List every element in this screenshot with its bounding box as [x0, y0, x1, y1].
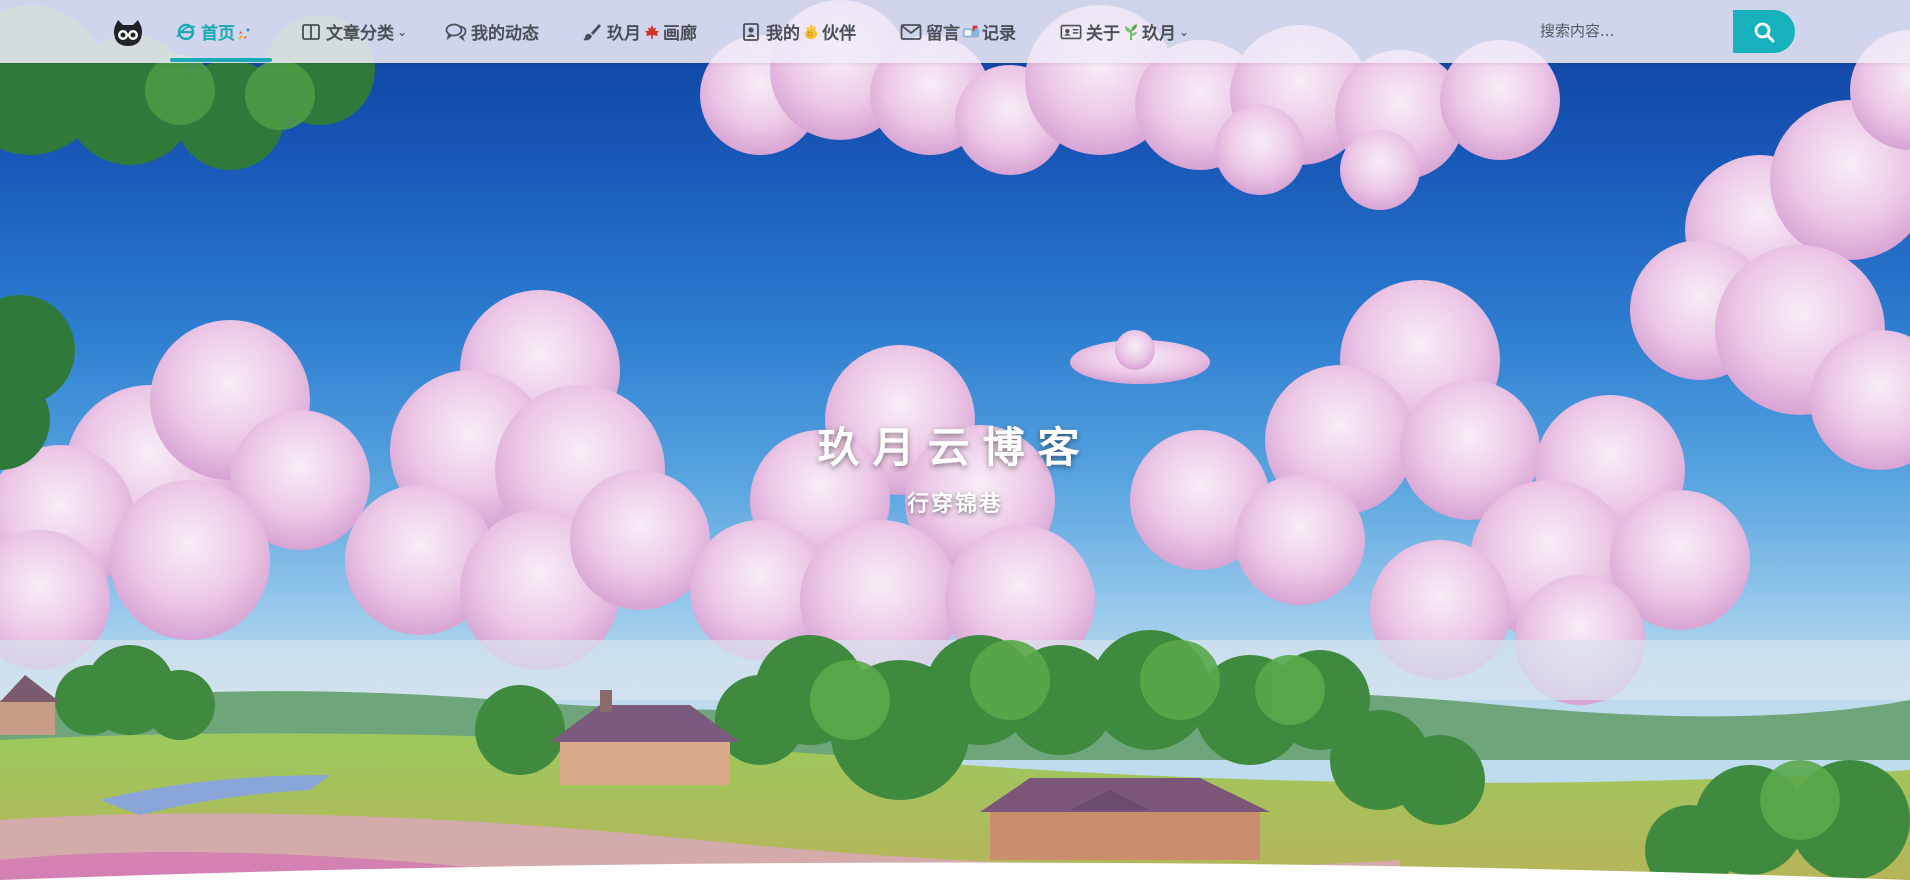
- site-subtitle: 行穿锦巷: [906, 492, 1003, 517]
- paintbrush-icon: [581, 21, 603, 43]
- top-navbar: 首页 文章分类 ⌄ 我的动态 玖月 画廊 我的 伙伴 留言 记录 关于 玖月 ⌄…: [0, 0, 1910, 63]
- cloud-small: [1070, 330, 1210, 384]
- nav-my-updates[interactable]: 我的动态: [445, 0, 539, 63]
- herb-emoji-icon: [1122, 23, 1140, 41]
- nav-gallery-label-b: 画廊: [663, 24, 697, 44]
- house-left: [550, 690, 740, 785]
- search-icon: [1754, 22, 1775, 42]
- ie-logo-icon: [175, 21, 197, 43]
- maple-leaf-emoji-icon: [643, 23, 661, 41]
- nav-about-label-a: 关于: [1086, 24, 1120, 44]
- chevron-down-icon: ⌄: [397, 24, 408, 39]
- site-logo[interactable]: [112, 18, 144, 48]
- nav-guestbook-label-b: 记录: [982, 24, 1016, 44]
- active-nav-indicator: [170, 58, 272, 62]
- search-button[interactable]: [1733, 10, 1795, 53]
- nav-article-categories-label: 文章分类: [326, 24, 394, 44]
- nav-partners-label-a: 我的: [766, 24, 800, 44]
- nav-guestbook-label-a: 留言: [926, 24, 960, 44]
- chevron-down-icon: ⌄: [1179, 24, 1190, 39]
- rocket-emoji-icon: [237, 23, 255, 41]
- hero-banner: 玖月云博客 行穿锦巷: [0, 0, 1910, 884]
- id-card-icon: [1060, 21, 1082, 43]
- chat-bubbles-icon: [445, 21, 467, 43]
- search-input[interactable]: [1528, 12, 1733, 50]
- nav-partners[interactable]: 我的 伙伴: [740, 0, 856, 63]
- nav-my-updates-label: 我的动态: [471, 24, 539, 44]
- nav-gallery-label-a: 玖月: [607, 24, 641, 44]
- nav-article-categories[interactable]: 文章分类 ⌄: [300, 0, 407, 63]
- site-title: 玖月云博客: [817, 423, 1093, 472]
- nav-about-label-b: 玖月: [1142, 24, 1176, 44]
- nav-partners-label-b: 伙伴: [822, 24, 856, 44]
- cloud-center-left: [345, 290, 710, 670]
- ok-hand-emoji-icon: [802, 23, 820, 41]
- nav-gallery[interactable]: 玖月 画廊: [581, 0, 697, 63]
- nav-home[interactable]: 首页: [175, 0, 257, 63]
- columns-icon: [300, 21, 322, 43]
- cloud-right: [1630, 30, 1910, 470]
- nav-guestbook[interactable]: 留言 记录: [900, 0, 1016, 63]
- nav-home-label: 首页: [201, 24, 235, 44]
- nav-about[interactable]: 关于 玖月 ⌄: [1060, 0, 1189, 63]
- envelope-icon: [900, 21, 922, 43]
- contact-icon: [740, 21, 762, 43]
- mailbox-emoji-icon: [962, 23, 980, 41]
